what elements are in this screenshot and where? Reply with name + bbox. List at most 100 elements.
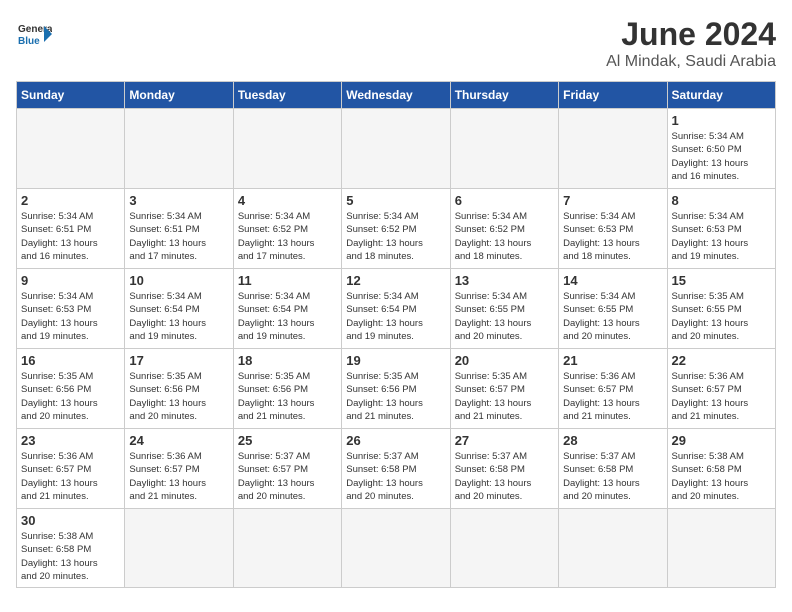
table-cell <box>450 509 558 588</box>
table-cell: 22 Sunrise: 5:36 AMSunset: 6:57 PMDayligh… <box>667 349 775 429</box>
calendar-table: Sunday Monday Tuesday Wednesday Thursday… <box>16 81 776 588</box>
day-number: 3 <box>129 193 228 208</box>
day-info: Sunrise: 5:36 AMSunset: 6:57 PMDaylight:… <box>563 370 662 423</box>
day-number: 25 <box>238 433 337 448</box>
header-friday: Friday <box>559 82 667 109</box>
day-info: Sunrise: 5:38 AMSunset: 6:58 PMDaylight:… <box>21 530 120 583</box>
header-saturday: Saturday <box>667 82 775 109</box>
calendar-row: 30 Sunrise: 5:38 AMSunset: 6:58 PMDayligh… <box>17 509 776 588</box>
table-cell <box>17 109 125 189</box>
table-cell: 27 Sunrise: 5:37 AMSunset: 6:58 PMDayligh… <box>450 429 558 509</box>
day-info: Sunrise: 5:35 AMSunset: 6:56 PMDaylight:… <box>129 370 228 423</box>
day-number: 6 <box>455 193 554 208</box>
day-number: 24 <box>129 433 228 448</box>
day-info: Sunrise: 5:34 AMSunset: 6:50 PMDaylight:… <box>672 130 771 183</box>
table-cell: 12 Sunrise: 5:34 AMSunset: 6:54 PMDayligh… <box>342 269 450 349</box>
table-cell: 21Sunrise: 5:36 AMSunset: 6:57 PMDayligh… <box>559 349 667 429</box>
table-cell: 10 Sunrise: 5:34 AMSunset: 6:54 PMDayligh… <box>125 269 233 349</box>
day-number: 12 <box>346 273 445 288</box>
day-info: Sunrise: 5:38 AMSunset: 6:58 PMDaylight:… <box>672 450 771 503</box>
table-cell: 2 Sunrise: 5:34 AMSunset: 6:51 PMDaylight… <box>17 189 125 269</box>
day-number: 30 <box>21 513 120 528</box>
day-number: 9 <box>21 273 120 288</box>
day-number: 22 <box>672 353 771 368</box>
day-info: Sunrise: 5:34 AMSunset: 6:54 PMDaylight:… <box>346 290 445 343</box>
day-number: 7 <box>563 193 662 208</box>
day-number: 16 <box>21 353 120 368</box>
header-monday: Monday <box>125 82 233 109</box>
day-info: Sunrise: 5:34 AMSunset: 6:54 PMDaylight:… <box>129 290 228 343</box>
day-info: Sunrise: 5:34 AMSunset: 6:52 PMDaylight:… <box>346 210 445 263</box>
table-cell: 25 Sunrise: 5:37 AMSunset: 6:57 PMDayligh… <box>233 429 341 509</box>
day-info: Sunrise: 5:37 AMSunset: 6:58 PMDaylight:… <box>346 450 445 503</box>
table-cell <box>125 109 233 189</box>
table-cell: 18 Sunrise: 5:35 AMSunset: 6:56 PMDayligh… <box>233 349 341 429</box>
day-number: 29 <box>672 433 771 448</box>
day-info: Sunrise: 5:36 AMSunset: 6:57 PMDaylight:… <box>129 450 228 503</box>
table-cell <box>559 509 667 588</box>
table-cell: 4Sunrise: 5:34 AMSunset: 6:52 PMDaylight… <box>233 189 341 269</box>
day-number: 28 <box>563 433 662 448</box>
table-cell: 16Sunrise: 5:35 AMSunset: 6:56 PMDayligh… <box>17 349 125 429</box>
logo-icon: General Blue <box>16 16 52 52</box>
day-info: Sunrise: 5:34 AMSunset: 6:53 PMDaylight:… <box>672 210 771 263</box>
table-cell <box>450 109 558 189</box>
day-number: 11 <box>238 273 337 288</box>
day-info: Sunrise: 5:37 AMSunset: 6:58 PMDaylight:… <box>563 450 662 503</box>
table-cell: 20 Sunrise: 5:35 AMSunset: 6:57 PMDayligh… <box>450 349 558 429</box>
table-cell: 19 Sunrise: 5:35 AMSunset: 6:56 PMDayligh… <box>342 349 450 429</box>
table-cell <box>233 109 341 189</box>
day-info: Sunrise: 5:34 AMSunset: 6:52 PMDaylight:… <box>238 210 337 263</box>
day-info: Sunrise: 5:34 AMSunset: 6:53 PMDaylight:… <box>563 210 662 263</box>
table-cell: 30 Sunrise: 5:38 AMSunset: 6:58 PMDayligh… <box>17 509 125 588</box>
calendar-row: 9Sunrise: 5:34 AMSunset: 6:53 PMDaylight… <box>17 269 776 349</box>
weekday-header-row: Sunday Monday Tuesday Wednesday Thursday… <box>17 82 776 109</box>
table-cell: 28 Sunrise: 5:37 AMSunset: 6:58 PMDayligh… <box>559 429 667 509</box>
day-number: 5 <box>346 193 445 208</box>
table-cell: 13 Sunrise: 5:34 AMSunset: 6:55 PMDayligh… <box>450 269 558 349</box>
table-cell <box>342 509 450 588</box>
day-info: Sunrise: 5:35 AMSunset: 6:56 PMDaylight:… <box>346 370 445 423</box>
table-cell: 3 Sunrise: 5:34 AMSunset: 6:51 PMDaylight… <box>125 189 233 269</box>
header-thursday: Thursday <box>450 82 558 109</box>
day-number: 18 <box>238 353 337 368</box>
day-number: 8 <box>672 193 771 208</box>
day-number: 13 <box>455 273 554 288</box>
table-cell: 26Sunrise: 5:37 AMSunset: 6:58 PMDayligh… <box>342 429 450 509</box>
location-title: Al Mindak, Saudi Arabia <box>606 53 776 71</box>
calendar-row: 1 Sunrise: 5:34 AMSunset: 6:50 PMDaylight… <box>17 109 776 189</box>
title-area: June 2024 Al Mindak, Saudi Arabia <box>606 16 776 71</box>
header: General Blue June 2024 Al Mindak, Saudi … <box>16 16 776 71</box>
day-info: Sunrise: 5:35 AMSunset: 6:57 PMDaylight:… <box>455 370 554 423</box>
day-info: Sunrise: 5:34 AMSunset: 6:51 PMDaylight:… <box>129 210 228 263</box>
day-info: Sunrise: 5:37 AMSunset: 6:58 PMDaylight:… <box>455 450 554 503</box>
day-number: 10 <box>129 273 228 288</box>
table-cell <box>559 109 667 189</box>
table-cell: 7 Sunrise: 5:34 AMSunset: 6:53 PMDaylight… <box>559 189 667 269</box>
day-number: 1 <box>672 113 771 128</box>
table-cell: 29 Sunrise: 5:38 AMSunset: 6:58 PMDayligh… <box>667 429 775 509</box>
table-cell: 8 Sunrise: 5:34 AMSunset: 6:53 PMDaylight… <box>667 189 775 269</box>
table-cell: 5 Sunrise: 5:34 AMSunset: 6:52 PMDaylight… <box>342 189 450 269</box>
day-number: 27 <box>455 433 554 448</box>
day-info: Sunrise: 5:36 AMSunset: 6:57 PMDaylight:… <box>672 370 771 423</box>
svg-text:Blue: Blue <box>18 36 40 47</box>
logo: General Blue <box>16 16 52 52</box>
day-info: Sunrise: 5:34 AMSunset: 6:55 PMDaylight:… <box>563 290 662 343</box>
day-info: Sunrise: 5:34 AMSunset: 6:51 PMDaylight:… <box>21 210 120 263</box>
day-info: Sunrise: 5:34 AMSunset: 6:52 PMDaylight:… <box>455 210 554 263</box>
table-cell: 11Sunrise: 5:34 AMSunset: 6:54 PMDayligh… <box>233 269 341 349</box>
table-cell: 1 Sunrise: 5:34 AMSunset: 6:50 PMDaylight… <box>667 109 775 189</box>
page-container: General Blue June 2024 Al Mindak, Saudi … <box>16 16 776 588</box>
day-info: Sunrise: 5:35 AMSunset: 6:56 PMDaylight:… <box>238 370 337 423</box>
day-number: 19 <box>346 353 445 368</box>
day-info: Sunrise: 5:37 AMSunset: 6:57 PMDaylight:… <box>238 450 337 503</box>
header-wednesday: Wednesday <box>342 82 450 109</box>
table-cell: 15Sunrise: 5:35 AMSunset: 6:55 PMDayligh… <box>667 269 775 349</box>
day-number: 2 <box>21 193 120 208</box>
table-cell: 23Sunrise: 5:36 AMSunset: 6:57 PMDayligh… <box>17 429 125 509</box>
day-number: 20 <box>455 353 554 368</box>
day-info: Sunrise: 5:34 AMSunset: 6:55 PMDaylight:… <box>455 290 554 343</box>
header-tuesday: Tuesday <box>233 82 341 109</box>
table-cell <box>125 509 233 588</box>
